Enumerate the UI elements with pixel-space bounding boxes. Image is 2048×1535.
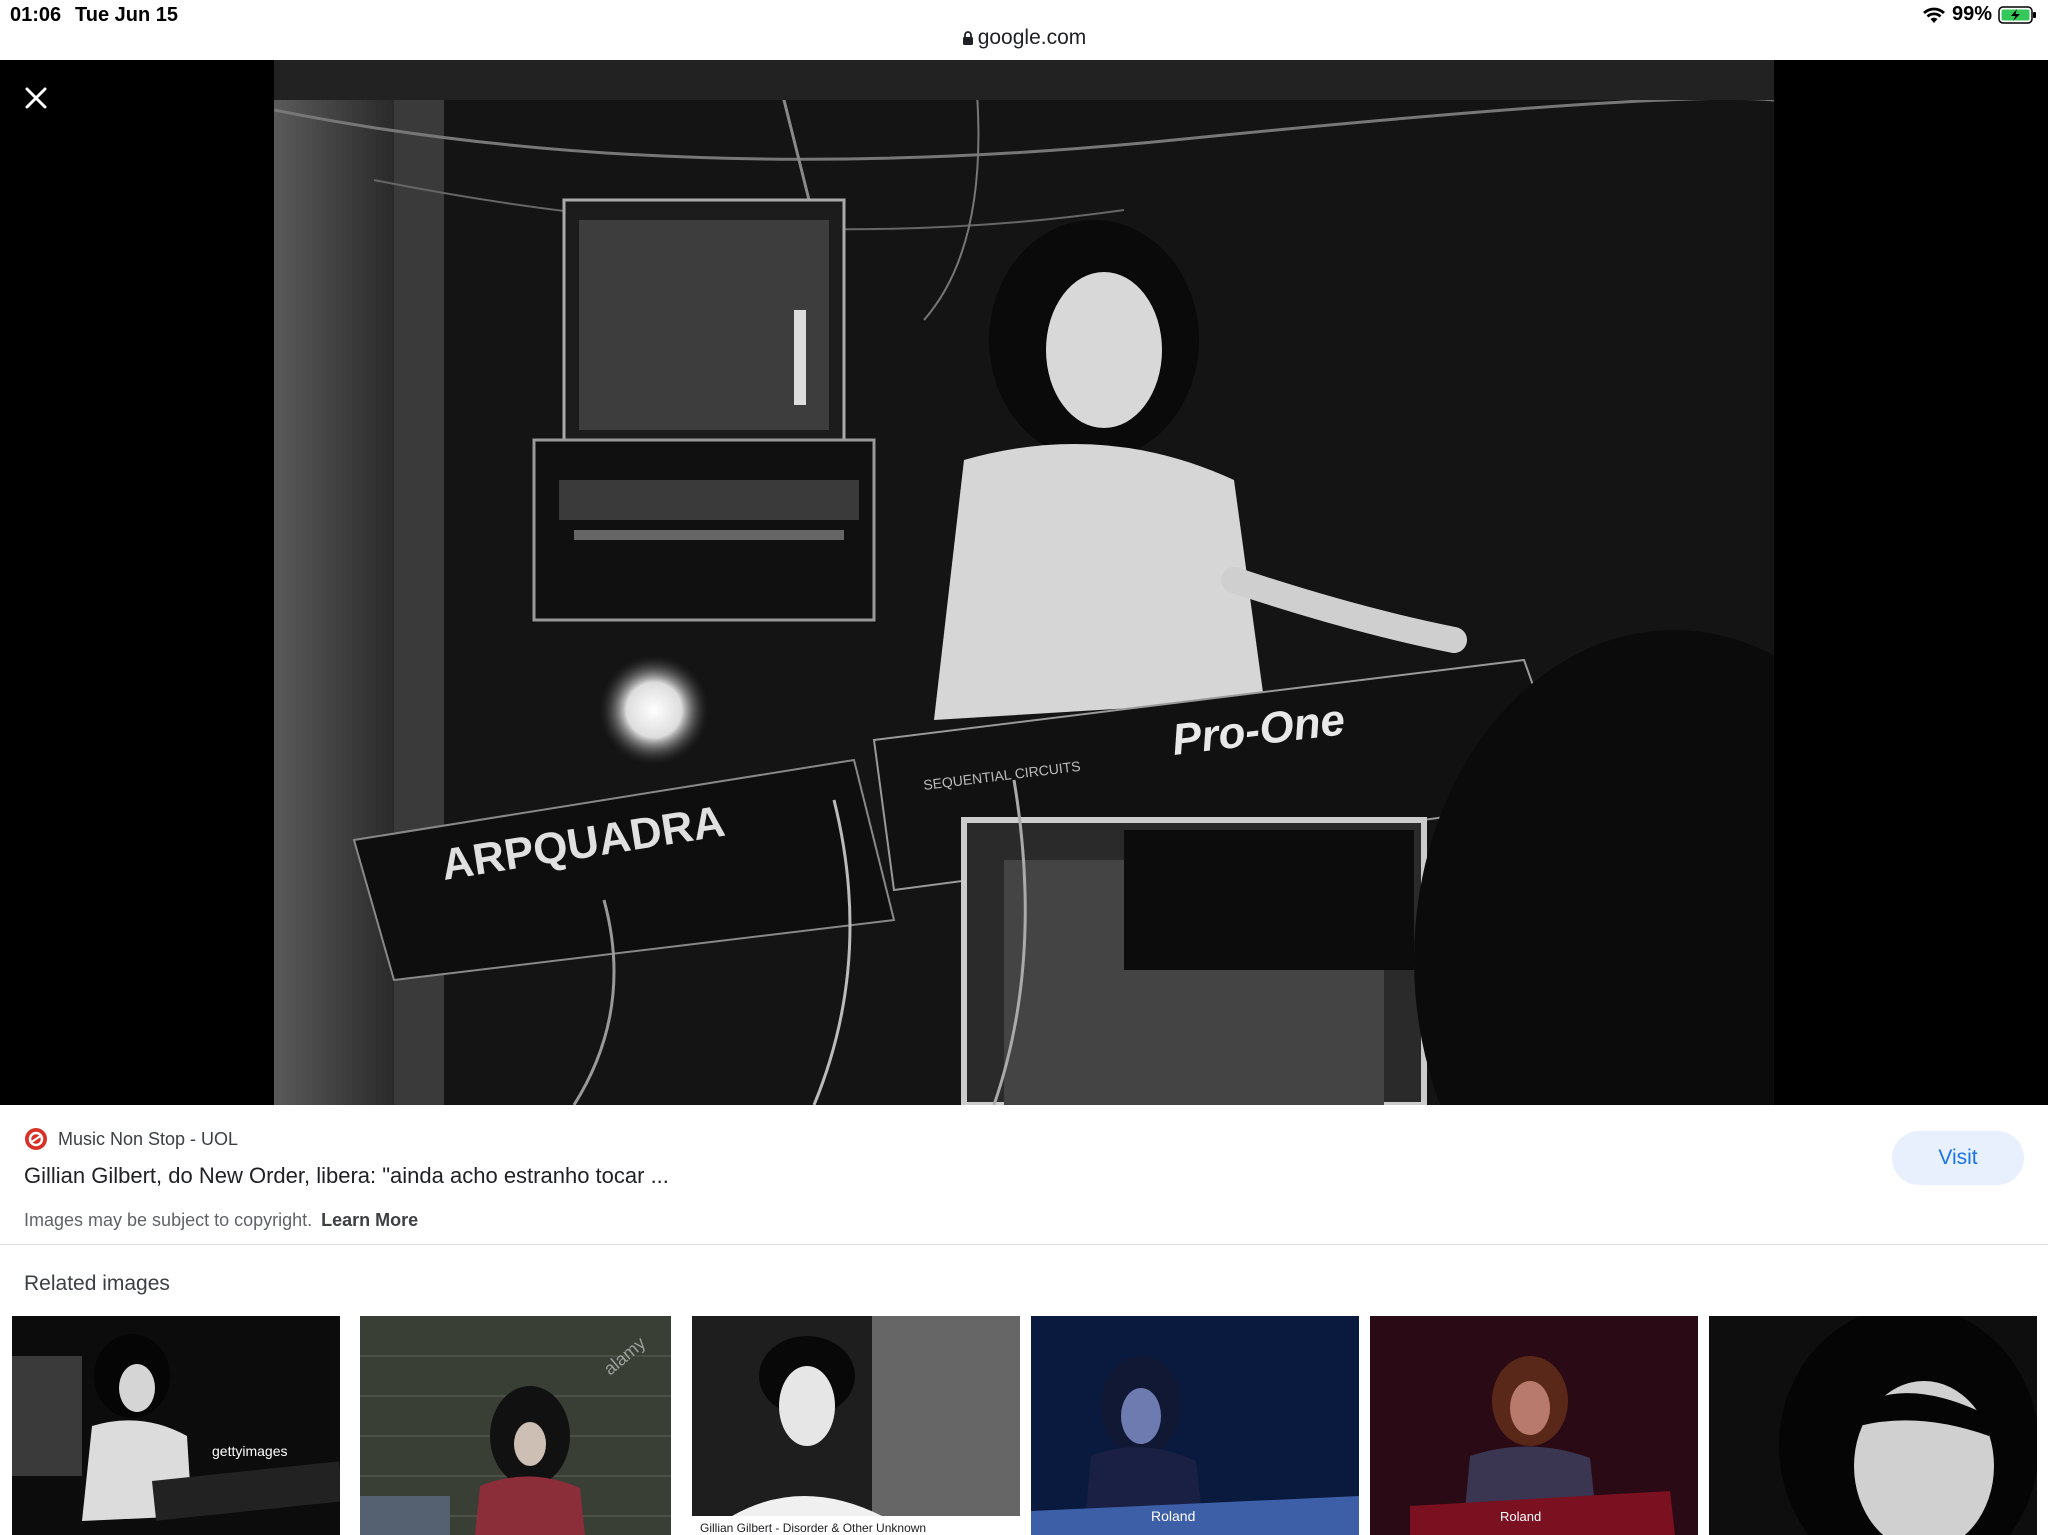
close-button[interactable] — [20, 82, 52, 114]
status-indicators: 99% — [1922, 3, 2038, 26]
copyright-text: Images may be subject to copyright. — [24, 1210, 313, 1230]
source-row[interactable]: Music Non Stop - UOL — [24, 1127, 238, 1151]
thumb-caption: Gillian Gilbert - Disorder & Other Unkno… — [700, 1521, 926, 1535]
thumb-keyboard-text: Roland — [1151, 1508, 1195, 1524]
copyright-notice: Images may be subject to copyright. Lear… — [24, 1210, 418, 1231]
visit-button[interactable]: Visit — [1892, 1131, 2024, 1185]
related-images-heading: Related images — [24, 1272, 170, 1295]
main-image[interactable]: ARPQUADRA Pro-One SEQUENTIAL CIRCUITS — [274, 60, 1774, 1105]
status-bar: 01:06 Tue Jun 15 99% google.com — [0, 0, 2048, 60]
status-time: 01:06 — [10, 4, 62, 26]
close-icon — [25, 87, 47, 109]
image-info-panel: Music Non Stop - UOL Gillian Gilbert, do… — [0, 1105, 2048, 1245]
lock-icon — [962, 31, 973, 45]
url-domain: google.com — [977, 26, 1087, 49]
thumb-watermark: gettyimages — [212, 1443, 287, 1459]
image-viewer: ARPQUADRA Pro-One SEQUENTIAL CIRCUITS — [0, 60, 2048, 1105]
related-image-6[interactable] — [1709, 1316, 2037, 1535]
image-title[interactable]: Gillian Gilbert, do New Order, libera: "… — [24, 1163, 669, 1189]
related-image-3[interactable]: Gillian Gilbert - Disorder & Other Unkno… — [692, 1316, 1020, 1535]
battery-charging-icon — [1998, 5, 2036, 24]
related-image-5[interactable]: Roland — [1370, 1316, 1698, 1535]
thumb-keyboard-text: Roland — [1500, 1509, 1541, 1524]
status-date: Tue Jun 15 — [75, 4, 178, 26]
wifi-icon — [1922, 7, 1945, 23]
related-image-4[interactable]: Roland — [1031, 1316, 1359, 1535]
battery-percent: 99% — [1951, 3, 1992, 25]
related-image-2[interactable]: alamy — [360, 1316, 671, 1535]
source-logo-icon — [25, 1128, 47, 1150]
related-image-1[interactable]: gettyimages — [12, 1316, 340, 1535]
divider — [0, 1244, 2048, 1245]
source-name: Music Non Stop - UOL — [58, 1128, 239, 1149]
url-bar[interactable]: google.com — [0, 26, 2048, 50]
learn-more-link[interactable]: Learn More — [321, 1210, 418, 1230]
